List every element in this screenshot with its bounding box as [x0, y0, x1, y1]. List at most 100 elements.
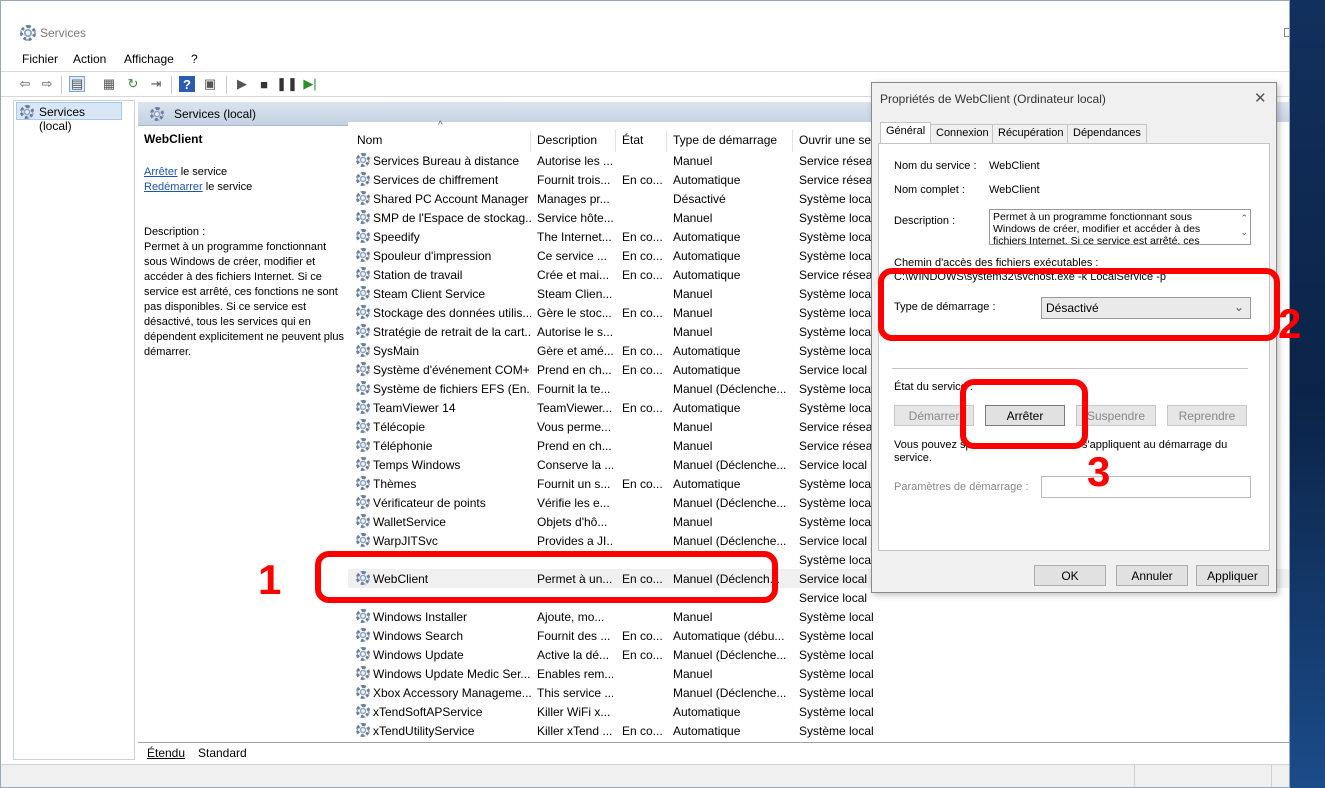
cancel-button[interactable]: Annuler [1116, 565, 1188, 586]
service-startup-type: Manuel [673, 667, 713, 681]
status-bar [1, 764, 1289, 787]
services-icon [20, 105, 34, 119]
menu-fichier[interactable]: Fichier [22, 52, 58, 66]
service-gear-icon [356, 495, 370, 509]
service-logon: Système local [799, 629, 874, 643]
service-startup-type: Manuel [673, 306, 713, 320]
service-name: Steam Client Service [373, 287, 486, 301]
refresh-icon[interactable]: ↻ [125, 76, 141, 92]
service-startup-type: Manuel (Déclenche... [673, 534, 787, 548]
ok-button[interactable]: OK [1034, 565, 1106, 586]
table-row[interactable]: xTendUtilityService Killer xTend ... En co… [348, 721, 1289, 740]
separator [892, 368, 1248, 369]
help-text-service: service. [894, 452, 932, 464]
service-name-label: Nom du service : [894, 160, 977, 172]
service-description: Fournit des ... [537, 629, 611, 643]
column-header-name[interactable]: Nom [351, 130, 531, 152]
restart-service-link[interactable]: Redémarrer [144, 181, 203, 193]
console-icon[interactable]: ▣ [202, 76, 218, 92]
tab-dependances[interactable]: Dépendances [1067, 124, 1147, 143]
maximize-button[interactable] [1284, 28, 1289, 37]
tab-etendu[interactable]: Étendu [147, 746, 185, 760]
window-title: Services [40, 26, 87, 40]
service-startup-type: Automatique [673, 724, 741, 738]
pane-header-title: Services (local) [174, 107, 257, 121]
service-gear-icon [356, 191, 370, 205]
properties-list-icon[interactable]: ▦ [101, 76, 117, 92]
menu-affichage[interactable]: Affichage [124, 52, 174, 66]
service-gear-icon [356, 267, 370, 281]
service-description: Killer xTend ... [537, 724, 613, 738]
service-startup-type: Automatique [673, 230, 741, 244]
status-divider [1271, 765, 1272, 787]
close-icon[interactable]: ✕ [1254, 89, 1267, 107]
stop-service-icon[interactable]: ■ [256, 76, 272, 92]
toolbar-separator [171, 76, 172, 94]
tab-general[interactable]: Général [880, 122, 932, 144]
table-row[interactable]: Windows Update Medic Ser... Enables rem..… [348, 664, 1289, 683]
service-state: En co... [622, 230, 663, 244]
scroll-arrows-icon[interactable]: ⌃ ⌄ [1240, 211, 1248, 239]
tab-recuperation[interactable]: Récupération [992, 124, 1070, 143]
service-logon: Système local [799, 610, 874, 624]
start-service-icon[interactable]: ▶ [234, 76, 250, 92]
table-row[interactable]: Windows Installer Ajoute, mo... Manuel Syst… [348, 607, 1289, 626]
service-name: Windows Update Medic Ser... [373, 667, 531, 681]
table-row[interactable]: xTendSoftAPService Killer WiFi x... Automa… [348, 702, 1289, 721]
tree-item-services-local[interactable]: Services (local) [16, 102, 122, 133]
table-row[interactable]: Xbox Accessory Manageme... This service .… [348, 683, 1289, 702]
column-header-startup-type[interactable]: Type de démarrage [667, 130, 793, 152]
service-description: Fournit la te... [537, 382, 611, 396]
tree-item-label: Services (local) [39, 105, 86, 133]
tab-connexion[interactable]: Connexion [930, 124, 995, 143]
show-tree-icon[interactable]: ▤ [69, 76, 85, 92]
service-name: Temps Windows [373, 458, 461, 472]
service-startup-type: Automatique [673, 363, 741, 377]
service-gear-icon [356, 343, 370, 357]
service-description: Ajoute, mo... [537, 610, 605, 624]
stop-service-link[interactable]: Arrêter [144, 166, 178, 178]
column-header-state[interactable]: État [616, 130, 667, 152]
menu-action[interactable]: Action [73, 52, 106, 66]
service-name: Stratégie de retrait de la cart... [373, 325, 531, 339]
menu-help[interactable]: ? [191, 52, 198, 66]
service-description: Vous perme... [537, 420, 612, 434]
service-gear-icon [356, 286, 370, 300]
service-startup-type: Manuel (Déclenche... [673, 496, 787, 510]
service-name: Xbox Accessory Manageme... [373, 686, 531, 700]
resume-button[interactable]: Reprendre [1167, 405, 1247, 426]
annotation-box-2 [878, 268, 1280, 341]
forward-arrow-icon[interactable]: ⇨ [39, 76, 55, 92]
service-description: Autorise les ... [537, 154, 613, 168]
restart-service-icon[interactable]: ▶| [302, 76, 318, 92]
pause-service-icon[interactable]: ❚❚ [276, 76, 298, 92]
service-description: Steam Clien... [537, 287, 613, 301]
apply-button[interactable]: Appliquer [1196, 565, 1269, 586]
service-startup-type: Automatique [673, 268, 741, 282]
service-startup-type: Manuel [673, 287, 713, 301]
service-gear-icon [356, 381, 370, 395]
service-description: Ce service ... [537, 249, 608, 263]
service-description: TeamViewer... [537, 401, 613, 415]
back-arrow-icon[interactable]: ⇦ [17, 76, 33, 92]
start-params-input[interactable] [1041, 476, 1251, 498]
table-row[interactable]: Windows Update Active la dé... En co... Man… [348, 645, 1289, 664]
annotation-number-1: 1 [258, 556, 282, 603]
export-icon[interactable]: ⇥ [148, 76, 164, 92]
service-description: Gère et amé... [537, 344, 613, 358]
column-header-description[interactable]: Description [531, 130, 616, 152]
description-textbox[interactable]: Permet à un programme fonctionnant sous … [989, 209, 1251, 245]
service-name: Télécopie [373, 420, 426, 434]
status-divider [1134, 765, 1135, 787]
service-name: xTendSoftAPService [373, 705, 483, 719]
table-row[interactable]: Windows Search Fournit des ... En co... Aut… [348, 626, 1289, 645]
service-gear-icon [356, 704, 370, 718]
help-icon[interactable]: ? [179, 76, 195, 92]
service-logon: Système local [799, 648, 874, 662]
service-startup-type: Manuel (Déclenche... [673, 686, 787, 700]
service-name: Vérificateur de points [373, 496, 486, 510]
service-name: Services de chiffrement [373, 173, 499, 187]
service-gear-icon [356, 324, 370, 338]
pause-button[interactable]: Suspendre [1076, 405, 1156, 426]
tab-standard[interactable]: Standard [198, 746, 247, 760]
